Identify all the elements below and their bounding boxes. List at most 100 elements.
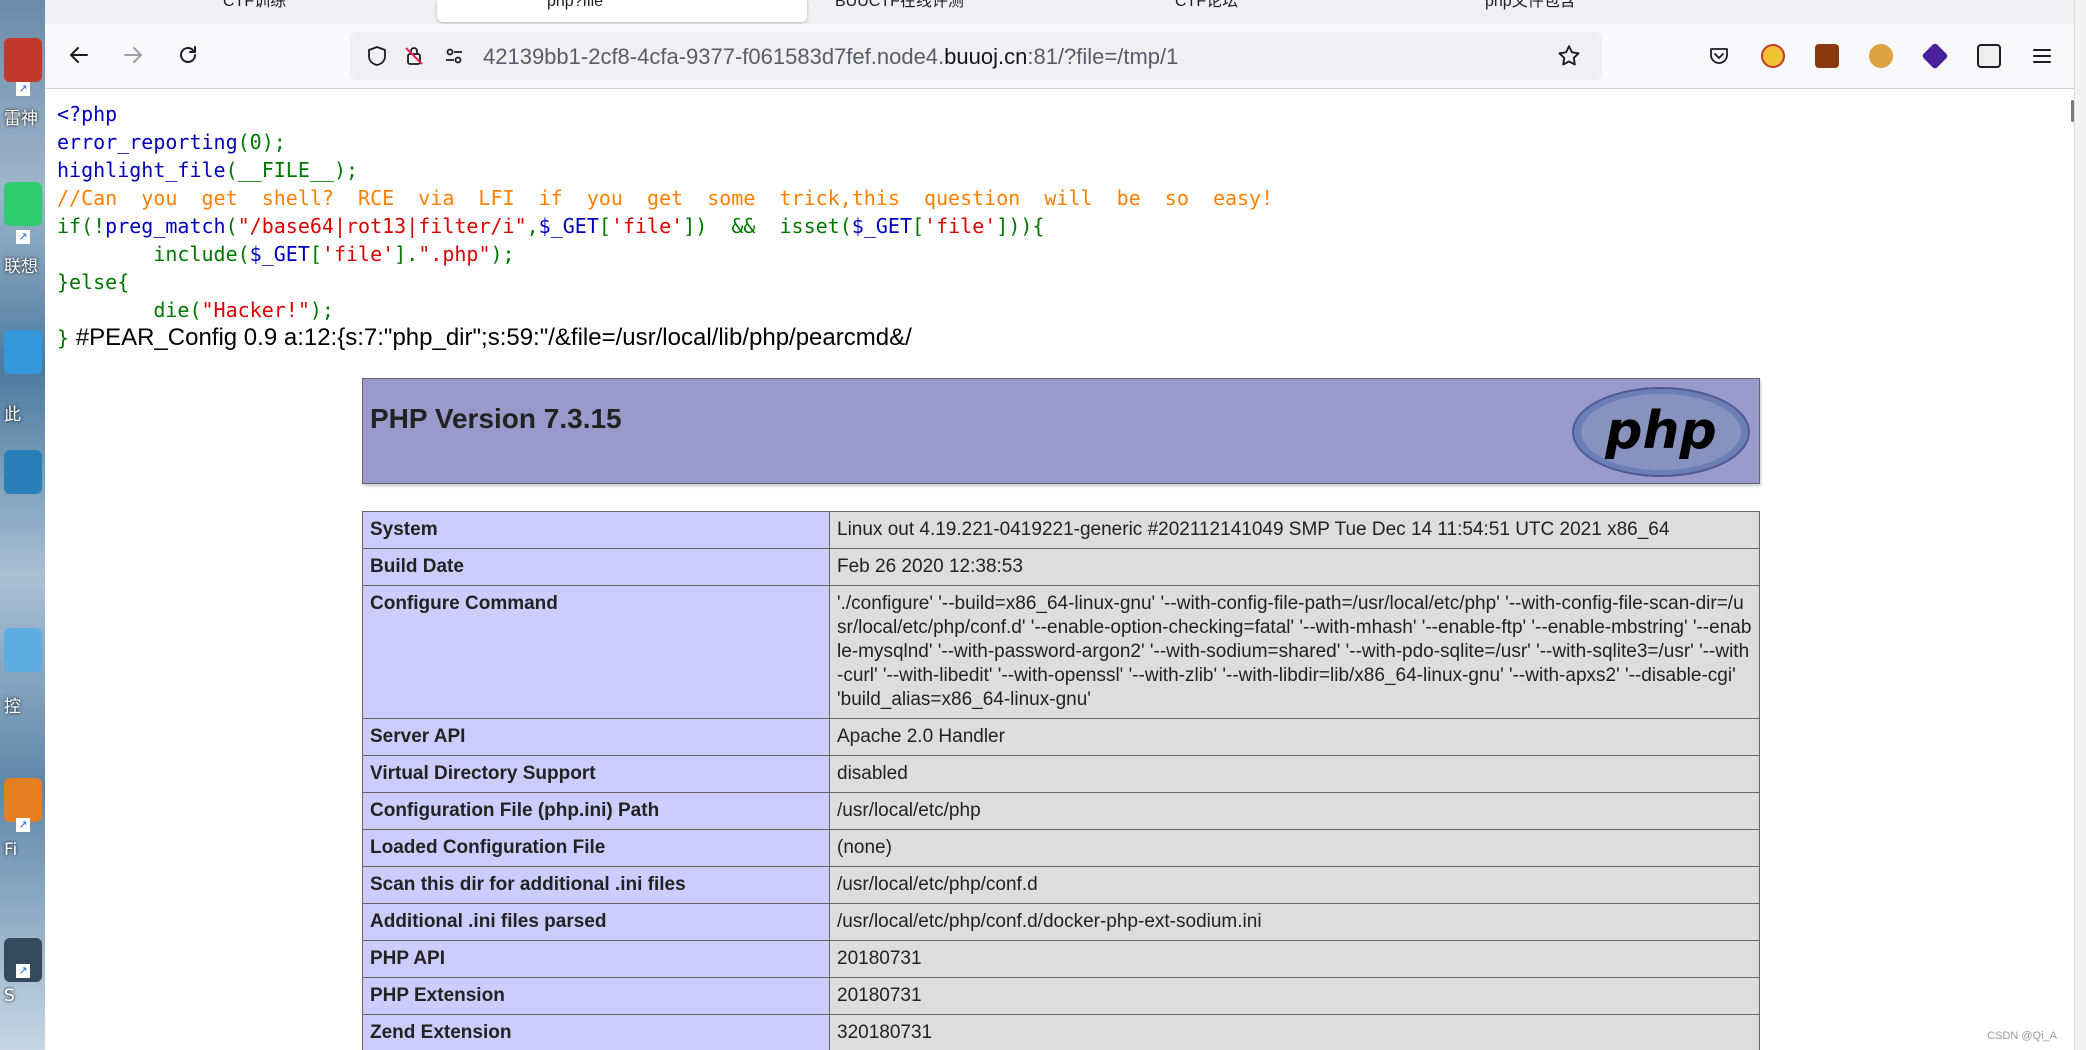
permissions-icon[interactable] (442, 44, 466, 68)
info-key: Server API (362, 718, 830, 756)
info-key: Loaded Configuration File (362, 829, 830, 867)
code-keyword: die( (153, 298, 202, 322)
info-key: Build Date (362, 548, 830, 586)
code-function: isset (779, 214, 840, 238)
tab-label: php?file (547, 0, 604, 10)
tab-label: CTF论坛 (1175, 0, 1239, 10)
hackbar-extension-icon[interactable] (1815, 44, 1839, 68)
code-string: ".php" (418, 242, 491, 266)
info-value: (none) (829, 829, 1760, 867)
hamburger-icon[interactable] (2030, 44, 2054, 68)
pear-config-output: #PEAR_Config 0.9 a:12:{s:7:"php_dir";s:5… (69, 324, 912, 351)
code-punctuation: ( (225, 214, 238, 238)
star-icon[interactable] (1556, 43, 1582, 69)
table-row: Additional .ini files parsed/usr/local/e… (362, 903, 1760, 941)
code-string: "Hacker!" (201, 298, 310, 322)
tracking-blocked-icon[interactable] (402, 44, 426, 68)
info-value: Apache 2.0 Handler (829, 718, 1760, 756)
code-punctuation: ]. (394, 242, 419, 266)
back-button[interactable] (62, 38, 96, 72)
info-key: Configure Command (362, 585, 830, 719)
forward-button[interactable] (116, 38, 150, 72)
page-content: <?php error_reporting(0); highlight_file… (45, 89, 2071, 1050)
scrollbar-thumb[interactable] (2071, 100, 2074, 122)
code-string: 'file' (321, 242, 395, 266)
table-row: Loaded Configuration File (none) (362, 829, 1760, 867)
desktop-label: Fi (4, 840, 18, 860)
info-value: Feb 26 2020 12:38:53 (829, 548, 1760, 586)
highlighted-source-code: <?php error_reporting(0); highlight_file… (57, 100, 1273, 352)
tab-label: BUUCTF在线评测 (835, 0, 964, 10)
code-string: "/base64|rot13|filter/i" (237, 214, 527, 238)
table-row: PHP Extension 20180731 (362, 977, 1760, 1015)
desktop-app-icon[interactable] (4, 38, 42, 82)
scrollbar-track[interactable] (2074, 0, 2086, 1050)
desktop-label: 控 (4, 697, 21, 717)
desktop-background: ↗ 雷神 ↗ 联想 此 控 ↗ Fi ↗ S (0, 0, 45, 1050)
desktop-app-icon[interactable] (4, 182, 42, 226)
info-value: 320180731 (829, 1014, 1760, 1050)
tab-current-page[interactable]: php?file (437, 0, 807, 22)
info-value: /usr/local/etc/php/conf.d/docker-php-ext… (829, 903, 1760, 941)
code-punctuation: [ (912, 214, 925, 238)
code-string: 'file' (924, 214, 997, 238)
tab-php-include[interactable]: php文件包含 (1485, 0, 1745, 22)
desktop-app-icon[interactable] (4, 778, 42, 822)
url-text[interactable]: 42139bb1-2cf8-4cfa-9377-f061583d7fef.nod… (483, 44, 1178, 70)
phpinfo-header: PHP Version 7.3.15 php (362, 378, 1760, 484)
code-punctuation: ( (839, 214, 852, 238)
code-closing-brace: } (57, 326, 70, 350)
tab-ctf-training[interactable]: CTF训练 (223, 0, 353, 22)
shield-icon[interactable] (365, 44, 389, 68)
code-comment: //Can you get shell? RCE via LFI if you … (57, 186, 1274, 210)
code-function: highlight_file (57, 158, 226, 182)
desktop-app-icon[interactable] (4, 330, 42, 374)
wappalyzer-extension-icon[interactable] (1921, 42, 1949, 70)
info-value: Linux out 4.19.221-0419221-generic #2021… (829, 511, 1760, 549)
desktop-label: 联想 (4, 257, 38, 277)
code-punctuation: ); (309, 298, 334, 322)
code-punctuation: (0); (237, 130, 286, 154)
tab-ctf-forum[interactable]: CTF论坛 (1175, 0, 1355, 22)
code-punctuation: ])){ (996, 214, 1045, 238)
info-value: disabled (829, 755, 1760, 793)
code-keyword: }else{ (57, 270, 130, 294)
table-row: Build Date Feb 26 2020 12:38:53 (362, 548, 1760, 586)
phpinfo-table: System Linux out 4.19.221-0419221-generic… (362, 511, 1760, 1050)
info-value: 20180731 (829, 940, 1760, 978)
code-keyword: include( (153, 242, 250, 266)
info-key: Zend Extension (362, 1014, 830, 1050)
arrow-left-icon (70, 47, 88, 63)
code-keyword: if(! (57, 214, 106, 238)
info-key: Configuration File (php.ini) Path (362, 792, 830, 830)
tab-label: php文件包含 (1485, 0, 1576, 10)
info-value: './configure' '--build=x86_64-linux-gnu'… (829, 585, 1760, 719)
code-punctuation: , (526, 214, 539, 238)
desktop-app-icon[interactable] (4, 450, 42, 494)
tab-buuctf[interactable]: BUUCTF在线评测 (835, 0, 1075, 22)
url-prefix: 42139bb1-2cf8-4cfa-9377-f061583d7fef.nod… (483, 44, 945, 69)
php-logo-icon[interactable]: php (1571, 386, 1751, 478)
desktop-app-icon[interactable] (4, 628, 42, 672)
reload-icon (180, 46, 196, 63)
table-row: Configuration File (php.ini) Path/usr/lo… (362, 792, 1760, 830)
shortcut-arrow-icon: ↗ (16, 964, 30, 978)
table-row: Virtual Directory Support disabled (362, 755, 1760, 793)
cookie-extension-icon[interactable] (1869, 44, 1893, 68)
watermark: CSDN @Qi_A (1987, 1030, 2057, 1042)
url-suffix: :81/?file=/tmp/1 (1027, 44, 1179, 69)
blocker-extension-icon[interactable] (1761, 44, 1785, 68)
code-punctuation: [ (598, 214, 611, 238)
avatar-extension-icon[interactable] (1977, 44, 2001, 68)
navigation-toolbar: 42139bb1-2cf8-4cfa-9377-f061583d7fef.nod… (45, 24, 2074, 89)
code-punctuation: (__FILE__); (225, 158, 359, 182)
reload-button[interactable] (171, 38, 205, 72)
pocket-icon[interactable] (1707, 44, 1731, 68)
code-string: 'file' (610, 214, 684, 238)
table-row: System Linux out 4.19.221-0419221-generic… (362, 511, 1760, 549)
php-version-title: PHP Version 7.3.15 (370, 403, 622, 434)
php-logo-text: php (1604, 401, 1716, 461)
url-bar[interactable]: 42139bb1-2cf8-4cfa-9377-f061583d7fef.nod… (350, 32, 1602, 80)
